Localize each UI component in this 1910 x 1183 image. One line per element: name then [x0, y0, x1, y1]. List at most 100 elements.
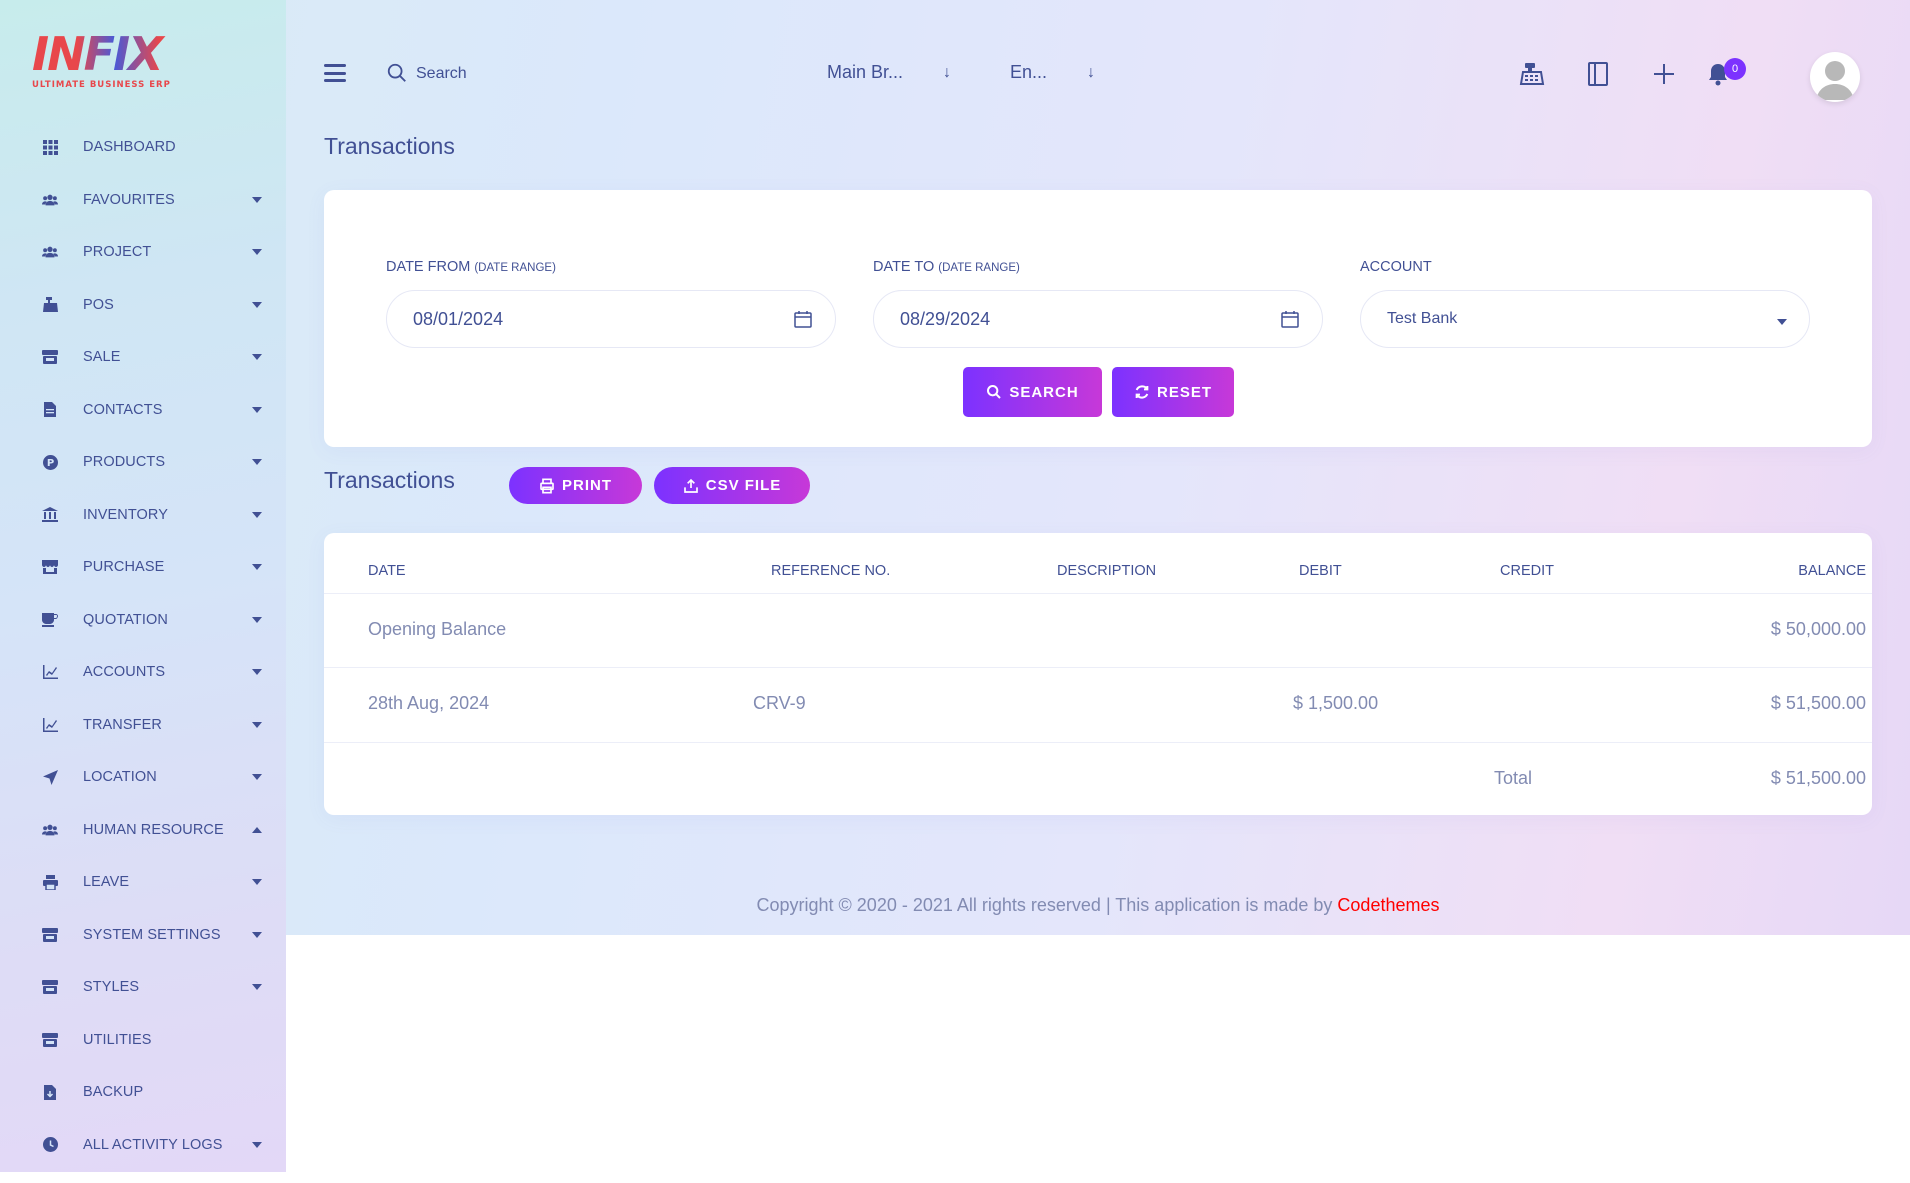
- book-icon[interactable]: [1584, 60, 1612, 88]
- svg-text:P: P: [46, 458, 53, 469]
- sidebar-item-contacts[interactable]: CONTACTS: [0, 384, 286, 437]
- store-icon: [42, 349, 58, 365]
- date-from-field[interactable]: 08/01/2024: [386, 290, 836, 348]
- search-icon: [986, 384, 1002, 400]
- date-from-value: 08/01/2024: [413, 308, 504, 329]
- sidebar-item-dashboard[interactable]: DASHBOARD: [0, 121, 286, 174]
- language-select[interactable]: En... ↓: [1010, 62, 1095, 83]
- sidebar-item-label: FAVOURITES: [83, 191, 175, 208]
- total-label: Total: [1494, 768, 1533, 788]
- sidebar-item-label: LOCATION: [83, 769, 157, 786]
- sidebar-item-label: STYLES: [83, 979, 140, 996]
- sidebar-item-products[interactable]: P PRODUCTS: [0, 436, 286, 489]
- caret-down-icon: [1777, 319, 1787, 325]
- sidebar-item-label: UTILITIES: [83, 1031, 152, 1048]
- store-icon: [42, 1032, 58, 1048]
- sidebar-item-leave[interactable]: LEAVE: [0, 856, 286, 909]
- caret-down-icon: [252, 511, 262, 518]
- reset-button[interactable]: RESET: [1112, 367, 1234, 417]
- calendar-icon[interactable]: [793, 309, 813, 329]
- clock-icon: [42, 1137, 58, 1153]
- column-header-debit: DEBIT: [1299, 563, 1342, 579]
- sidebar-item-purchase[interactable]: PURCHASE: [0, 541, 286, 594]
- sidebar-item-styles[interactable]: STYLES: [0, 961, 286, 1014]
- sidebar-item-transfer[interactable]: TRANSFER: [0, 699, 286, 752]
- search-button[interactable]: SEARCH: [963, 367, 1102, 417]
- sidebar-item-label: DASHBOARD: [83, 139, 176, 156]
- caret-down-icon: [252, 774, 262, 781]
- file-icon: [42, 402, 58, 418]
- arrow-down-icon: ↓: [1087, 63, 1096, 81]
- date-to-value: 08/29/2024: [900, 308, 991, 329]
- shop-icon: [42, 559, 58, 575]
- footer-link[interactable]: Codethemes: [1337, 895, 1439, 915]
- caret-down-icon: [252, 669, 262, 676]
- sidebar-item-favourites[interactable]: FAVOURITES: [0, 174, 286, 227]
- logo-text: INFIX: [32, 30, 182, 78]
- sidebar-item-label: TRANSFER: [83, 716, 162, 733]
- arrow-down-icon: ↓: [943, 63, 952, 81]
- column-header-balance: BALANCE: [1798, 563, 1866, 579]
- transactions-table: DATE REFERENCE NO. DESCRIPTION DEBIT CRE…: [324, 533, 1872, 815]
- date-to-label: DATE TO (DATE RANGE): [873, 259, 1020, 275]
- chart-icon: [42, 664, 58, 680]
- cell-balance: $ 50,000.00: [1770, 619, 1866, 639]
- sidebar-nav: DASHBOARD FAVOURITES PROJECT POS SALE CONTACT…: [0, 121, 286, 1171]
- caret-down-icon: [252, 354, 262, 361]
- caret-down-icon: [252, 406, 262, 413]
- date-to-field[interactable]: 08/29/2024: [873, 290, 1323, 348]
- cash-register-icon[interactable]: [1518, 60, 1546, 88]
- sidebar-item-accounts[interactable]: ACCOUNTS: [0, 646, 286, 699]
- sidebar-item-label: PROJECT: [83, 244, 152, 261]
- sidebar-item-label: INVENTORY: [83, 506, 168, 523]
- column-header-date: DATE: [368, 563, 406, 579]
- sidebar-item-label: ALL ACTIVITY LOGS: [83, 1136, 223, 1153]
- sidebar-item-location[interactable]: LOCATION: [0, 751, 286, 804]
- caret-down-icon: [252, 564, 262, 571]
- caret-down-icon: [252, 984, 262, 991]
- cell-balance: $ 51,500.00: [1770, 693, 1866, 713]
- sidebar-item-human-resource[interactable]: HUMAN RESOURCE: [0, 804, 286, 857]
- sidebar-item-utilities[interactable]: UTILITIES: [0, 1014, 286, 1067]
- users-icon: [42, 244, 58, 260]
- plus-icon[interactable]: [1650, 60, 1678, 88]
- reset-button-label: RESET: [1156, 383, 1212, 401]
- caret-up-icon: [252, 826, 262, 833]
- total-value: $ 51,500.00: [1770, 768, 1866, 788]
- row-divider: [324, 742, 1872, 743]
- sidebar-item-quotation[interactable]: QUOTATION: [0, 594, 286, 647]
- column-header-reference: REFERENCE NO.: [771, 563, 891, 579]
- brand-logo[interactable]: INFIX ULTIMATE BUSINESS ERP: [32, 30, 182, 92]
- cell-reference: CRV-9: [753, 693, 806, 713]
- calendar-icon[interactable]: [1280, 309, 1300, 329]
- caret-down-icon: [252, 721, 262, 728]
- account-select[interactable]: Test Bank: [1360, 290, 1810, 348]
- sidebar-item-backup[interactable]: BACKUP: [0, 1066, 286, 1119]
- branch-select[interactable]: Main Br... ↓: [827, 62, 951, 83]
- search-input[interactable]: [416, 62, 616, 86]
- cell-date: Opening Balance: [368, 619, 507, 639]
- menu-toggle-icon[interactable]: [324, 64, 346, 82]
- sidebar-item-pos[interactable]: POS: [0, 279, 286, 332]
- sidebar-item-project[interactable]: PROJECT: [0, 226, 286, 279]
- sidebar: INFIX ULTIMATE BUSINESS ERP DASHBOARD FAV…: [0, 0, 286, 1172]
- sidebar-item-label: QUOTATION: [83, 611, 168, 628]
- sidebar-item-label: LEAVE: [83, 874, 130, 891]
- search-icon[interactable]: [386, 62, 408, 84]
- transactions-title: Transactions: [324, 467, 455, 493]
- caret-down-icon: [252, 879, 262, 886]
- print-button[interactable]: PRINT: [509, 467, 642, 504]
- chart-icon: [42, 717, 58, 733]
- cell-date: 28th Aug, 2024: [368, 693, 490, 713]
- sidebar-item-inventory[interactable]: INVENTORY: [0, 489, 286, 542]
- logo-tagline: ULTIMATE BUSINESS ERP: [32, 80, 171, 90]
- sidebar-item-system-settings[interactable]: SYSTEM SETTINGS: [0, 909, 286, 962]
- sidebar-item-all-activity-logs[interactable]: ALL ACTIVITY LOGS: [0, 1119, 286, 1172]
- avatar[interactable]: [1810, 52, 1860, 102]
- branch-select-value: Main Br...: [827, 62, 904, 82]
- date-from-hint: (DATE RANGE): [474, 262, 556, 274]
- sidebar-item-sale[interactable]: SALE: [0, 331, 286, 384]
- column-header-credit: CREDIT: [1500, 563, 1554, 579]
- csv-file-button[interactable]: CSV FILE: [654, 467, 810, 504]
- file-download-icon: [42, 1084, 58, 1100]
